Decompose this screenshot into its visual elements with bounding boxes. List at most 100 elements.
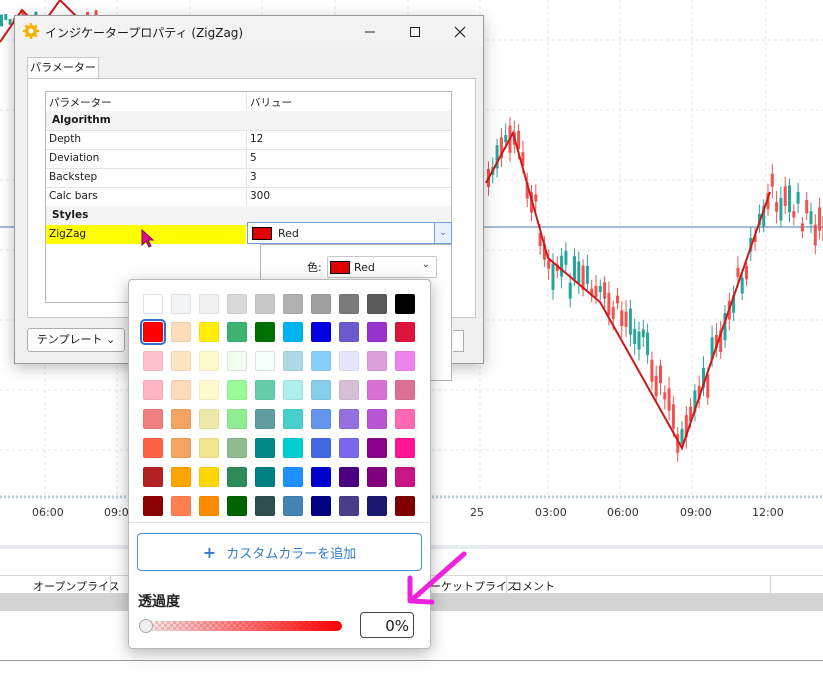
color-swatch-cell[interactable] bbox=[171, 322, 191, 342]
color-swatch-cell[interactable] bbox=[339, 351, 359, 371]
color-swatch-cell[interactable] bbox=[143, 438, 163, 458]
color-swatch-cell[interactable] bbox=[283, 496, 303, 516]
color-swatch-cell[interactable] bbox=[367, 380, 387, 400]
zigzag-color-combo[interactable]: Red ⌄ bbox=[247, 222, 452, 244]
color-swatch-cell[interactable] bbox=[227, 322, 247, 342]
tab-parameters[interactable]: パラメーター bbox=[27, 57, 99, 80]
color-swatch-cell[interactable] bbox=[367, 294, 387, 314]
param-value[interactable]: 300 bbox=[250, 190, 270, 202]
color-swatch-cell[interactable] bbox=[199, 322, 219, 342]
close-button[interactable] bbox=[437, 16, 483, 47]
col-comment[interactable]: コメント bbox=[511, 578, 555, 594]
color-swatch-cell[interactable] bbox=[311, 380, 331, 400]
color-swatch-cell[interactable] bbox=[171, 380, 191, 400]
color-swatch-cell[interactable] bbox=[283, 467, 303, 487]
color-swatch-cell[interactable] bbox=[339, 438, 359, 458]
color-swatch-cell[interactable] bbox=[140, 319, 166, 345]
color-swatch-cell[interactable] bbox=[311, 467, 331, 487]
minimize-button[interactable] bbox=[347, 16, 393, 47]
chevron-down-icon[interactable]: ⌄ bbox=[434, 223, 451, 243]
color-swatch-cell[interactable] bbox=[227, 496, 247, 516]
color-swatch-cell[interactable] bbox=[227, 380, 247, 400]
color-swatch-cell[interactable] bbox=[283, 294, 303, 314]
color-swatch-cell[interactable] bbox=[311, 294, 331, 314]
color-swatch-cell[interactable] bbox=[143, 351, 163, 371]
value-column-header[interactable]: バリュー bbox=[250, 95, 292, 110]
color-swatch-cell[interactable] bbox=[199, 467, 219, 487]
color-swatch-cell[interactable] bbox=[227, 467, 247, 487]
transparency-slider[interactable] bbox=[140, 621, 342, 631]
color-swatch-cell[interactable] bbox=[283, 380, 303, 400]
color-swatch-cell[interactable] bbox=[171, 438, 191, 458]
color-swatch-cell[interactable] bbox=[367, 322, 387, 342]
param-row-depth[interactable]: Depth 12 bbox=[46, 130, 451, 150]
color-swatch-cell[interactable] bbox=[171, 294, 191, 314]
color-swatch-cell[interactable] bbox=[395, 294, 415, 314]
category-algorithm[interactable]: Algorithm bbox=[46, 111, 451, 131]
color-swatch-cell[interactable] bbox=[311, 496, 331, 516]
color-swatch-cell[interactable] bbox=[311, 409, 331, 429]
color-swatch-cell[interactable] bbox=[143, 380, 163, 400]
color-swatch-cell[interactable] bbox=[395, 380, 415, 400]
param-column-header[interactable]: パラメーター bbox=[49, 95, 112, 110]
param-row-backstep[interactable]: Backstep 3 bbox=[46, 168, 451, 188]
color-swatch-cell[interactable] bbox=[367, 351, 387, 371]
color-swatch-cell[interactable] bbox=[255, 467, 275, 487]
template-button[interactable]: テンプレート ⌄ bbox=[27, 328, 125, 352]
color-swatch-cell[interactable] bbox=[311, 351, 331, 371]
color-swatch-cell[interactable] bbox=[395, 496, 415, 516]
color-swatch-cell[interactable] bbox=[255, 438, 275, 458]
color-swatch-cell[interactable] bbox=[311, 322, 331, 342]
color-swatch-cell[interactable] bbox=[367, 467, 387, 487]
color-swatch-cell[interactable] bbox=[199, 351, 219, 371]
color-select[interactable]: Red ⌄ bbox=[327, 256, 437, 278]
color-swatch-cell[interactable] bbox=[339, 496, 359, 516]
color-swatch-cell[interactable] bbox=[339, 467, 359, 487]
color-swatch-cell[interactable] bbox=[339, 294, 359, 314]
color-swatch-cell[interactable] bbox=[255, 380, 275, 400]
color-swatch-cell[interactable] bbox=[283, 409, 303, 429]
color-swatch-cell[interactable] bbox=[199, 438, 219, 458]
title-bar[interactable]: インジケータープロパティ (ZigZag) bbox=[15, 16, 483, 47]
color-swatch-cell[interactable] bbox=[171, 351, 191, 371]
color-swatch-cell[interactable] bbox=[395, 467, 415, 487]
color-swatch-cell[interactable] bbox=[395, 351, 415, 371]
color-swatch-cell[interactable] bbox=[255, 322, 275, 342]
color-swatch-cell[interactable] bbox=[199, 496, 219, 516]
color-swatch-cell[interactable] bbox=[283, 351, 303, 371]
color-swatch-cell[interactable] bbox=[339, 322, 359, 342]
color-swatch-cell[interactable] bbox=[143, 496, 163, 516]
col-open-price[interactable]: オープンプライス bbox=[33, 578, 120, 594]
color-swatch-cell[interactable] bbox=[395, 322, 415, 342]
color-swatch-cell[interactable] bbox=[367, 496, 387, 516]
color-swatch-cell[interactable] bbox=[255, 294, 275, 314]
color-swatch-cell[interactable] bbox=[171, 496, 191, 516]
color-swatch-cell[interactable] bbox=[311, 438, 331, 458]
color-swatch-cell[interactable] bbox=[255, 409, 275, 429]
color-swatch-cell[interactable] bbox=[283, 322, 303, 342]
color-swatch-cell[interactable] bbox=[171, 409, 191, 429]
color-swatch-cell[interactable] bbox=[227, 351, 247, 371]
color-swatch-cell[interactable] bbox=[395, 438, 415, 458]
color-swatch-cell[interactable] bbox=[199, 409, 219, 429]
color-swatch-cell[interactable] bbox=[199, 380, 219, 400]
color-swatch-cell[interactable] bbox=[339, 409, 359, 429]
color-swatch-cell[interactable] bbox=[367, 409, 387, 429]
color-swatch-cell[interactable] bbox=[255, 496, 275, 516]
maximize-button[interactable] bbox=[392, 16, 438, 47]
color-swatch-cell[interactable] bbox=[143, 294, 163, 314]
color-swatch-cell[interactable] bbox=[339, 380, 359, 400]
color-swatch-cell[interactable] bbox=[199, 294, 219, 314]
param-row-deviation[interactable]: Deviation 5 bbox=[46, 149, 451, 169]
add-custom-color-button[interactable]: + カスタムカラーを追加 bbox=[137, 533, 422, 571]
color-swatch-cell[interactable] bbox=[143, 409, 163, 429]
color-swatch-cell[interactable] bbox=[255, 351, 275, 371]
color-swatch-cell[interactable] bbox=[367, 438, 387, 458]
param-value[interactable]: 12 bbox=[250, 133, 263, 145]
param-value[interactable]: 3 bbox=[250, 171, 257, 183]
color-swatch-cell[interactable] bbox=[283, 438, 303, 458]
color-swatch-cell[interactable] bbox=[227, 294, 247, 314]
color-swatch-cell[interactable] bbox=[227, 438, 247, 458]
color-swatch-cell[interactable] bbox=[395, 409, 415, 429]
color-swatch-cell[interactable] bbox=[171, 467, 191, 487]
